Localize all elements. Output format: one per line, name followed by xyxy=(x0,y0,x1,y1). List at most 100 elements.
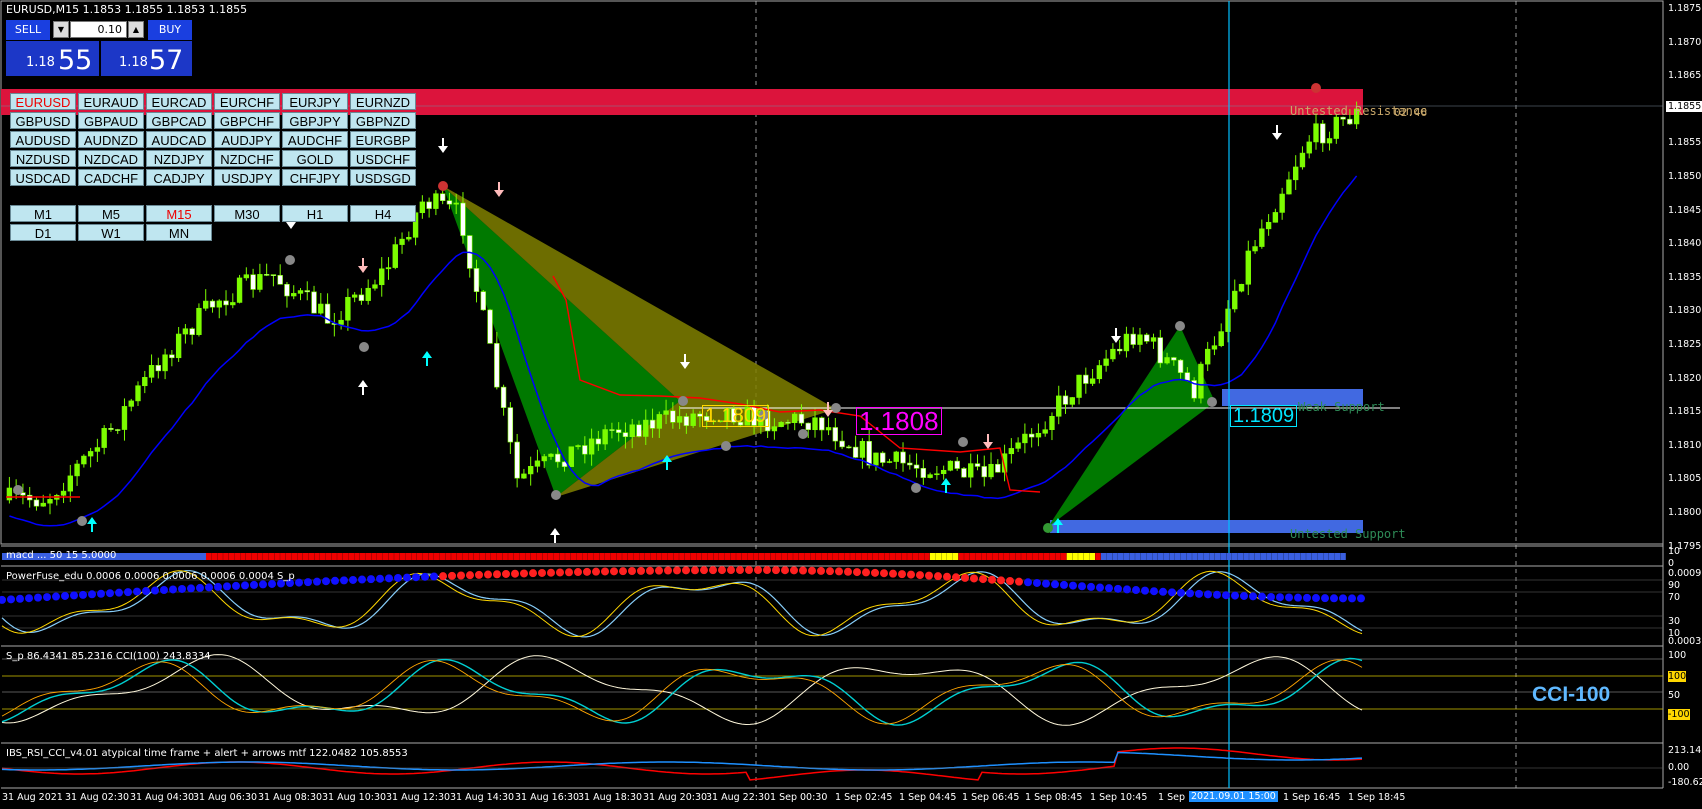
macd-strip-cell xyxy=(1140,553,1147,560)
macd-strip-cell xyxy=(827,553,833,560)
timeframe-button-m1[interactable]: M1 xyxy=(10,205,76,222)
macd-strip-cell xyxy=(1004,553,1010,560)
time-axis-label: 31 Aug 16:30 xyxy=(515,792,580,803)
powerfuse-dot xyxy=(1276,593,1284,602)
symbol-button-nzdjpy[interactable]: NZDJPY xyxy=(146,150,212,167)
timeframe-button-m5[interactable]: M5 xyxy=(78,205,144,222)
macd-strip-cell xyxy=(536,553,543,560)
timeframe-button-m15[interactable]: M15 xyxy=(146,205,212,222)
powerfuse-dot xyxy=(1123,585,1131,594)
zigzag-point xyxy=(831,403,841,413)
macd-strip-cell xyxy=(1237,553,1244,560)
symbol-button-audcad[interactable]: AUDCAD xyxy=(146,131,212,148)
symbol-button-cadchf[interactable]: CADCHF xyxy=(78,169,144,186)
buy-price-box[interactable]: 1.18 57 xyxy=(101,41,192,76)
candle-body xyxy=(1123,333,1130,352)
powerfuse-dot xyxy=(385,574,393,583)
candle-body xyxy=(825,427,832,431)
powerfuse-dot xyxy=(961,573,969,582)
symbol-button-nzdchf[interactable]: NZDCHF xyxy=(214,150,280,167)
sell-button[interactable]: SELL xyxy=(6,20,50,40)
sell-price-box[interactable]: 1.18 55 xyxy=(6,41,99,76)
powerfuse-dot xyxy=(1303,593,1311,602)
symbol-button-audjpy[interactable]: AUDJPY xyxy=(214,131,280,148)
powerfuse-dot xyxy=(673,566,681,575)
candle-body xyxy=(690,413,696,426)
arrow-up-icon xyxy=(358,380,368,387)
symbol-button-eurcad[interactable]: EURCAD xyxy=(146,93,212,110)
timeframe-button-d1[interactable]: D1 xyxy=(10,224,76,241)
symbol-button-nzdcad[interactable]: NZDCAD xyxy=(78,150,144,167)
candle-body xyxy=(1326,138,1333,144)
symbol-button-chfjpy[interactable]: CHFJPY xyxy=(282,169,348,186)
symbol-button-gbpcad[interactable]: GBPCAD xyxy=(146,112,212,129)
macd-strip-cell xyxy=(314,553,320,560)
symbol-button-usdsgd[interactable]: USDSGD xyxy=(350,169,416,186)
timeframe-button-h1[interactable]: H1 xyxy=(282,205,348,222)
current-price-marker: 1.1855 xyxy=(1666,101,1702,112)
powerfuse-dot xyxy=(1195,589,1203,598)
lot-down-arrow-icon[interactable]: ▼ xyxy=(53,21,69,38)
symbol-button-eurusd[interactable]: EURUSD xyxy=(10,93,76,110)
symbol-button-gbpusd[interactable]: GBPUSD xyxy=(10,112,76,129)
arrow-up-icon xyxy=(550,528,560,535)
arrow-down-icon xyxy=(494,190,504,197)
candle-body xyxy=(846,446,852,449)
chart-title: EURUSD,M15 1.1853 1.1855 1.1853 1.1855 xyxy=(6,3,248,16)
macd-strip-cell xyxy=(257,553,263,560)
macd-strip-cell xyxy=(599,553,605,560)
symbol-button-usdjpy[interactable]: USDJPY xyxy=(214,169,280,186)
symbol-button-usdcad[interactable]: USDCAD xyxy=(10,169,76,186)
timeframe-button-w1[interactable]: W1 xyxy=(78,224,144,241)
candle-body xyxy=(128,400,134,407)
symbol-button-audchf[interactable]: AUDCHF xyxy=(282,131,348,148)
symbol-button-audusd[interactable]: AUDUSD xyxy=(10,131,76,148)
symbol-button-gbpjpy[interactable]: GBPJPY xyxy=(282,112,348,129)
symbol-button-gbpnzd[interactable]: GBPNZD xyxy=(350,112,416,129)
symbol-button-eurgbp[interactable]: EURGBP xyxy=(350,131,416,148)
macd-strip-cell xyxy=(810,553,816,560)
powerfuse-dot xyxy=(493,570,501,579)
macd-strip-cell xyxy=(776,553,782,560)
symbol-button-euraud[interactable]: EURAUD xyxy=(78,93,144,110)
symbol-button-eurjpy[interactable]: EURJPY xyxy=(282,93,348,110)
powerfuse-dot xyxy=(628,567,636,576)
symbol-button-eurnzd[interactable]: EURNZD xyxy=(350,93,416,110)
candle-body xyxy=(568,446,574,467)
candle-body xyxy=(494,343,500,388)
powerfuse-dot xyxy=(1087,582,1095,591)
symbol-button-audnzd[interactable]: AUDNZD xyxy=(78,131,144,148)
lot-up-arrow-icon[interactable]: ▲ xyxy=(128,21,144,38)
powerfuse-axis-label: 70 xyxy=(1668,592,1681,603)
candle-body xyxy=(907,462,913,466)
symbol-button-gbpaud[interactable]: GBPAUD xyxy=(78,112,144,129)
symbol-button-gbpchf[interactable]: GBPCHF xyxy=(214,112,280,129)
symbol-button-gold[interactable]: GOLD xyxy=(282,150,348,167)
time-axis-label: 31 Aug 22:30 xyxy=(706,792,771,803)
cci-axis-label: 100 xyxy=(1668,650,1687,661)
macd-strip-cell xyxy=(952,553,959,560)
symbol-button-eurchf[interactable]: EURCHF xyxy=(214,93,280,110)
macd-strip-cell xyxy=(348,553,354,560)
candle-body xyxy=(473,268,480,292)
candle-body xyxy=(615,429,622,433)
sell-price-small: 1.18 xyxy=(26,55,55,70)
candle-body xyxy=(663,410,669,415)
powerfuse-dot xyxy=(322,577,330,586)
zigzag-point xyxy=(551,490,561,500)
macd-strip-cell xyxy=(1186,553,1192,560)
lot-size-input[interactable]: 0.10 xyxy=(70,21,127,38)
timeframe-button-mn[interactable]: MN xyxy=(146,224,212,241)
symbol-button-nzdusd[interactable]: NZDUSD xyxy=(10,150,76,167)
symbol-button-cadjpy[interactable]: CADJPY xyxy=(146,169,212,186)
buy-button[interactable]: BUY xyxy=(148,20,192,40)
time-axis-label: 1 Sep 18:45 xyxy=(1348,792,1406,803)
candle-body xyxy=(135,385,141,402)
time-axis-label: 1 Sep 16:45 xyxy=(1283,792,1341,803)
symbol-button-usdchf[interactable]: USDCHF xyxy=(350,150,416,167)
timeframe-button-h4[interactable]: H4 xyxy=(350,205,416,222)
macd-strip-cell xyxy=(456,553,463,560)
macd-strip-cell xyxy=(1203,553,1209,560)
macd-strip-cell xyxy=(1021,553,1027,560)
timeframe-button-m30[interactable]: M30 xyxy=(214,205,280,222)
